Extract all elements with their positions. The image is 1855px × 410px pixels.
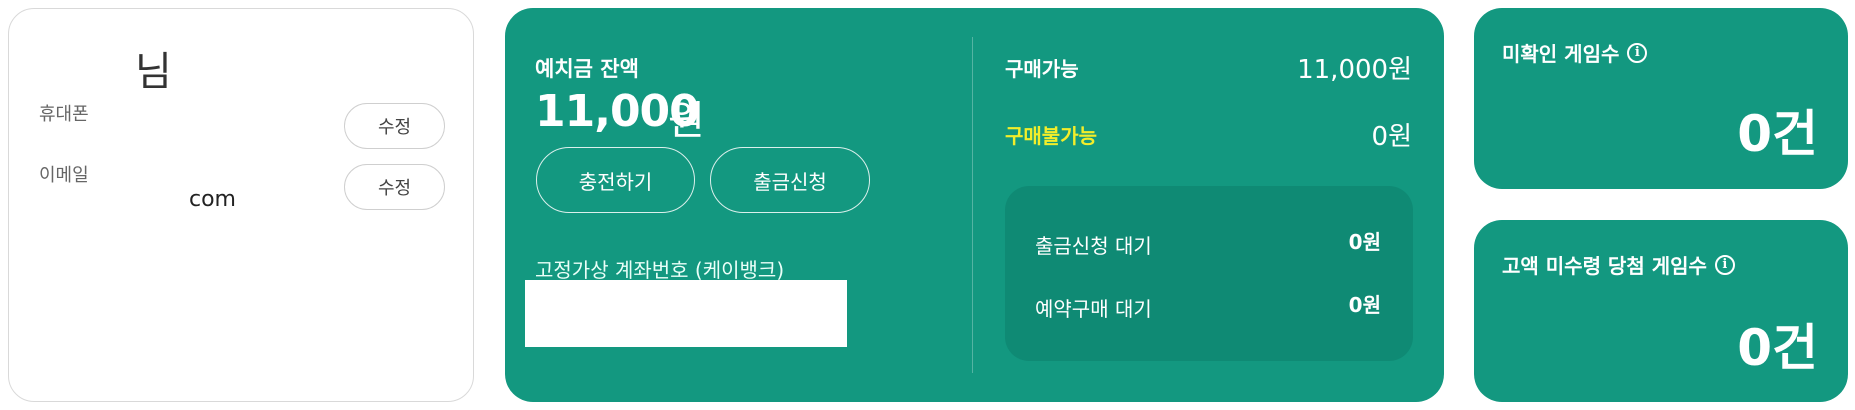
purchasable-label: 구매가능 (1005, 57, 1079, 81)
withdraw-request-button[interactable]: 출금신청 (710, 147, 870, 213)
unconfirmed-games-title: 미확인 게임수 i (1502, 38, 1648, 67)
info-icon[interactable]: i (1627, 42, 1648, 63)
email-value: com (189, 187, 236, 212)
charge-button[interactable]: 충전하기 (536, 147, 695, 213)
phone-label: 휴대폰 (39, 104, 89, 125)
not-purchasable-label: 구매불가능 (1005, 124, 1097, 148)
deposit-balance-card: 예치금 잔액 11,000 원 충전하기 출금신청 고정가상 계좌번호 (케이뱅… (505, 8, 1444, 402)
profile-card: 님 휴대폰 수정 이메일 com 수정 (8, 8, 474, 402)
balance-label: 예치금 잔액 (535, 57, 639, 81)
unclaimed-winnings-card: 고액 미수령 당첨 게임수 i 0건 (1474, 220, 1848, 402)
vertical-divider (972, 37, 973, 373)
pending-panel: 출금신청 대기 0원 예약구매 대기 0원 (1005, 186, 1413, 361)
unconfirmed-games-label: 미확인 게임수 (1502, 42, 1620, 66)
unclaimed-winnings-value: 0건 (1737, 319, 1818, 377)
balance-unit: 원 (668, 98, 705, 144)
unclaimed-winnings-label: 고액 미수령 당첨 게임수 (1502, 254, 1707, 278)
email-label: 이메일 (39, 165, 89, 186)
pending-reserve-label: 예약구매 대기 (1035, 297, 1152, 321)
purchasable-value: 11,000원 (1297, 55, 1412, 85)
edit-phone-button[interactable]: 수정 (344, 103, 445, 149)
pending-reserve-value: 0원 (1348, 293, 1381, 317)
info-icon[interactable]: i (1714, 254, 1735, 275)
not-purchasable-value: 0원 (1371, 122, 1412, 152)
pending-withdraw-value: 0원 (1348, 230, 1381, 254)
pending-withdraw-label: 출금신청 대기 (1035, 234, 1152, 258)
edit-email-button[interactable]: 수정 (344, 164, 445, 210)
user-name-suffix: 님 (135, 49, 172, 95)
unconfirmed-games-value: 0건 (1737, 105, 1818, 163)
virtual-account-label: 고정가상 계좌번호 (케이뱅크) (535, 258, 785, 282)
unconfirmed-games-card: 미확인 게임수 i 0건 (1474, 8, 1848, 189)
unclaimed-winnings-title: 고액 미수령 당첨 게임수 i (1502, 250, 1735, 279)
virtual-account-number-redacted (525, 280, 847, 347)
